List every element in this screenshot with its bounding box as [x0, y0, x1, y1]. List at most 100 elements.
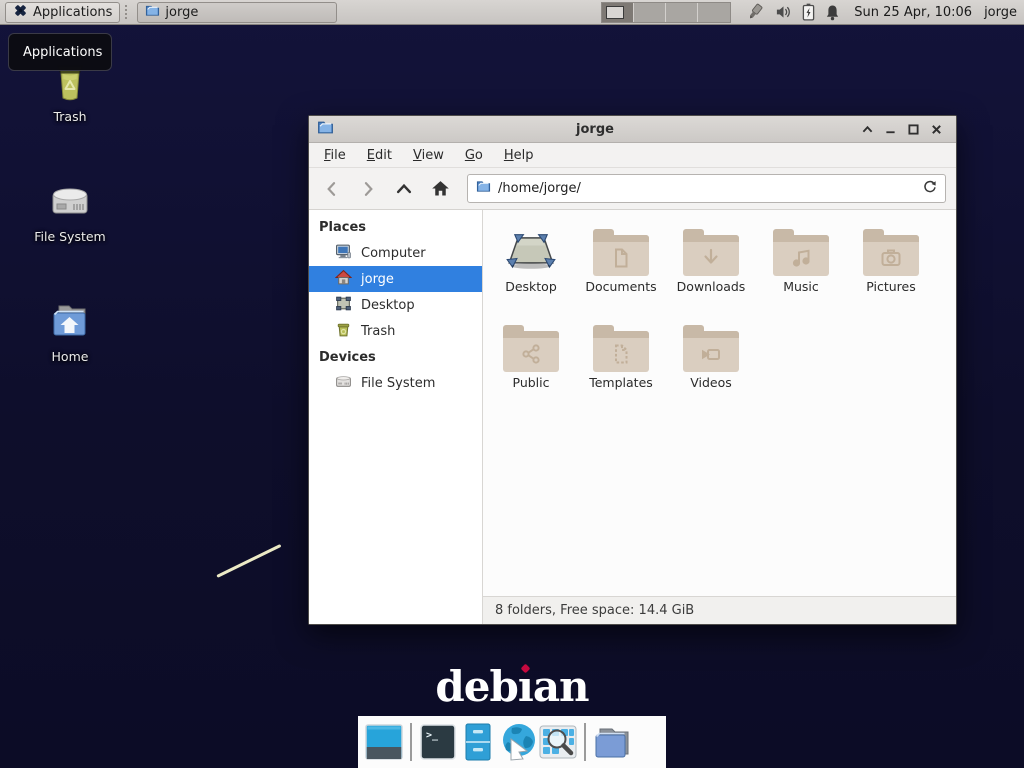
file-manager-window: jorge File Edit View Go Help — [308, 115, 957, 625]
volume-icon[interactable] — [775, 4, 792, 20]
sidebar-item-trash[interactable]: Trash — [309, 318, 482, 344]
sidebar-item-desktop[interactable]: Desktop — [309, 292, 482, 318]
file-item-public[interactable]: Public — [486, 318, 576, 414]
wordmark-right: an — [533, 662, 589, 711]
back-button[interactable] — [319, 176, 345, 202]
desktop-icon-filesystem[interactable]: File System — [0, 177, 140, 244]
svg-text:>_: >_ — [426, 730, 439, 741]
file-item-templates[interactable]: Templates — [576, 318, 666, 414]
taskbar-window-label: jorge — [165, 5, 198, 20]
window-titlebar[interactable]: jorge — [309, 116, 956, 143]
web-browser-icon[interactable] — [498, 722, 538, 762]
file-item-videos[interactable]: Videos — [666, 318, 756, 414]
top-panel: Applications jorge — [0, 0, 1024, 25]
file-item-desktop[interactable]: Desktop — [486, 222, 576, 318]
menu-go[interactable]: Go — [458, 145, 490, 166]
menu-file[interactable]: File — [317, 145, 353, 166]
notifications-icon[interactable] — [825, 4, 840, 21]
application-finder-icon[interactable] — [538, 722, 578, 762]
sidebar-item-label: Desktop — [361, 298, 415, 313]
statusbar: 8 folders, Free space: 14.4 GiB — [483, 596, 956, 624]
music-folder-icon — [773, 235, 829, 276]
reload-icon[interactable] — [922, 179, 937, 198]
sidebar-item-label: Computer — [361, 246, 426, 261]
home-icon — [335, 269, 352, 290]
sidebar-item-label: jorge — [361, 272, 394, 287]
stray-drawn-line — [216, 544, 281, 578]
desktop-icon-label: Home — [0, 349, 140, 364]
file-manager-icon[interactable] — [592, 722, 632, 762]
dock-separator — [584, 723, 586, 761]
drive-icon — [335, 373, 352, 394]
file-label: Videos — [690, 375, 732, 390]
minimize-button[interactable] — [879, 119, 902, 139]
file-item-documents[interactable]: Documents — [576, 222, 666, 318]
home-button[interactable] — [427, 176, 453, 202]
main-column: Desktop Documents — [483, 210, 956, 624]
terminal-icon[interactable]: >_ — [418, 722, 458, 762]
workspace-2[interactable] — [634, 3, 666, 22]
sidebar-item-filesystem[interactable]: File System — [309, 370, 482, 396]
file-cabinet-icon[interactable] — [458, 722, 498, 762]
sidebar-item-label: Trash — [361, 324, 395, 339]
workspace-1[interactable] — [602, 3, 634, 22]
applications-tooltip: Applications — [8, 33, 112, 71]
desktop-icon-home[interactable]: Home — [0, 297, 140, 364]
dock: >_ — [358, 716, 666, 768]
dock-separator — [410, 723, 412, 761]
sidebar: Places Computer — [309, 210, 483, 624]
toolbar: /home/jorge/ — [309, 168, 956, 210]
up-button[interactable] — [391, 176, 417, 202]
sidebar-item-label: File System — [361, 376, 435, 391]
panel-clock[interactable]: Sun 25 Apr, 10:06 — [854, 5, 972, 20]
workspace-window-preview — [606, 6, 624, 19]
panel-separator-handle — [124, 4, 129, 20]
file-label: Templates — [589, 375, 653, 390]
sidebar-item-jorge[interactable]: jorge — [309, 266, 482, 292]
desktop-icon-label: Trash — [0, 109, 140, 124]
maximize-button[interactable] — [902, 119, 925, 139]
system-tray — [745, 3, 840, 21]
show-desktop-icon[interactable] — [364, 722, 404, 762]
workspace-switcher[interactable] — [601, 2, 731, 23]
stylus-icon[interactable] — [745, 3, 765, 21]
window-folder-icon — [317, 119, 334, 140]
public-folder-icon — [503, 331, 559, 372]
workspace-4[interactable] — [698, 3, 730, 22]
file-label: Documents — [585, 279, 656, 294]
path-input[interactable]: /home/jorge/ — [498, 181, 922, 196]
file-item-downloads[interactable]: Downloads — [666, 222, 756, 318]
file-label: Downloads — [677, 279, 746, 294]
location-bar[interactable]: /home/jorge/ — [467, 174, 946, 203]
folder-icon — [145, 3, 160, 22]
home-folder-icon — [0, 297, 140, 345]
file-item-music[interactable]: Music — [756, 222, 846, 318]
debian-wordmark: debıan — [412, 662, 612, 711]
statusbar-text: 8 folders, Free space: 14.4 GiB — [495, 603, 694, 618]
desktop-icon — [335, 295, 352, 316]
file-label: Music — [783, 279, 819, 294]
window-body: Places Computer — [309, 210, 956, 624]
close-button[interactable] — [925, 119, 948, 139]
file-item-pictures[interactable]: Pictures — [846, 222, 936, 318]
panel-username[interactable]: jorge — [984, 5, 1017, 20]
applications-menu-button[interactable]: Applications — [5, 2, 120, 23]
path-folder-icon — [476, 179, 491, 198]
forward-button[interactable] — [355, 176, 381, 202]
file-view[interactable]: Desktop Documents — [483, 210, 956, 596]
battery-icon[interactable] — [802, 3, 815, 21]
taskbar-window-button[interactable]: jorge — [137, 2, 337, 23]
file-label: Public — [513, 375, 550, 390]
menubar: File Edit View Go Help — [309, 143, 956, 168]
sidebar-header-places: Places — [309, 216, 482, 240]
xfce-applications-icon — [13, 3, 28, 22]
menu-edit[interactable]: Edit — [360, 145, 399, 166]
trash-small-icon — [335, 321, 352, 342]
workspace-3[interactable] — [666, 3, 698, 22]
shade-button[interactable] — [856, 119, 879, 139]
desktop-special-icon — [505, 222, 557, 276]
templates-folder-icon — [593, 331, 649, 372]
menu-help[interactable]: Help — [497, 145, 541, 166]
menu-view[interactable]: View — [406, 145, 451, 166]
sidebar-item-computer[interactable]: Computer — [309, 240, 482, 266]
